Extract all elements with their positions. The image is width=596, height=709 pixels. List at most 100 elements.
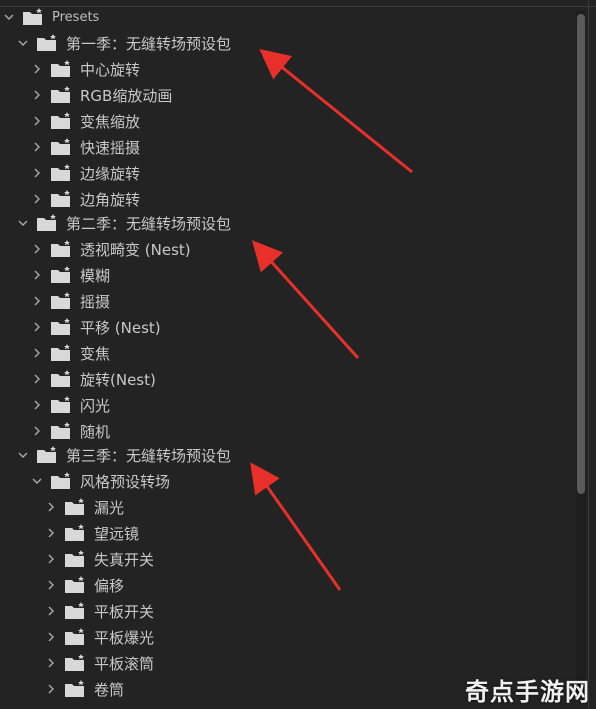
preset-bin-icon [50, 422, 72, 440]
watermark: 奇点手游网 [465, 678, 590, 706]
tree-row-preset[interactable]: 闪光 [0, 392, 570, 418]
tree-label: 摇摄 [80, 292, 111, 311]
chevron-right-icon[interactable] [44, 500, 58, 514]
preset-bin-icon [36, 214, 58, 232]
preset-bin-icon [50, 112, 72, 130]
tree-label: 旋转(Nest) [80, 370, 156, 389]
chevron-right-icon[interactable] [30, 88, 44, 102]
tree-label: 漏光 [94, 498, 125, 517]
preset-bin-icon [50, 344, 72, 362]
tree-row-preset[interactable]: 中心旋转 [0, 56, 570, 82]
chevron-right-icon[interactable] [44, 578, 58, 592]
tree-label: 卷筒 [94, 680, 125, 699]
chevron-right-icon[interactable] [30, 346, 44, 360]
preset-bin-icon [64, 680, 86, 698]
tree-row-preset[interactable]: 快速摇摄 [0, 134, 570, 160]
tree-row-preset[interactable]: RGB缩放动画 [0, 82, 570, 108]
tree-row-season2[interactable]: 第二季：无缝转场预设包 [0, 210, 570, 236]
scrollbar-thumb[interactable] [577, 14, 585, 494]
tree-row-preset[interactable]: 随机 [0, 418, 570, 444]
tree-row-preset[interactable]: 平移 (Nest) [0, 314, 570, 340]
tree-row-preset[interactable]: 变焦 [0, 340, 570, 366]
tree-label: 平板开关 [94, 602, 155, 621]
chevron-right-icon[interactable] [44, 630, 58, 644]
preset-bin-icon [64, 654, 86, 672]
chevron-right-icon[interactable] [44, 526, 58, 540]
chevron-down-icon[interactable] [16, 448, 30, 462]
tree-row-preset[interactable]: 平板开关 [0, 598, 570, 624]
tree-label: 第三季：无缝转场预设包 [66, 446, 232, 465]
tree-label: 风格预设转场 [80, 472, 171, 491]
tree-row-preset[interactable]: 边缘旋转 [0, 160, 570, 186]
tree-label: 偏移 [94, 576, 125, 595]
tree-row-preset[interactable]: 透视畸变 (Nest) [0, 236, 570, 262]
preset-bin-icon [50, 370, 72, 388]
chevron-right-icon[interactable] [30, 320, 44, 334]
chevron-right-icon[interactable] [30, 114, 44, 128]
vertical-scrollbar[interactable] [576, 10, 586, 700]
tree-row-presets[interactable]: Presets [0, 4, 570, 30]
chevron-down-icon[interactable] [2, 10, 16, 24]
chevron-right-icon[interactable] [30, 192, 44, 206]
preset-bin-icon [50, 86, 72, 104]
tree-row-preset[interactable]: 变焦缩放 [0, 108, 570, 134]
tree-row-season3[interactable]: 第三季：无缝转场预设包 [0, 442, 570, 468]
chevron-right-icon[interactable] [30, 372, 44, 386]
tree-label: 变焦 [80, 344, 111, 363]
preset-bin-icon [50, 240, 72, 258]
preset-bin-icon [64, 628, 86, 646]
chevron-down-icon[interactable] [30, 474, 44, 488]
tree-label: 平板滚筒 [94, 654, 155, 673]
chevron-right-icon[interactable] [30, 62, 44, 76]
tree-label: 闪光 [80, 396, 111, 415]
preset-bin-icon [50, 164, 72, 182]
chevron-down-icon[interactable] [16, 216, 30, 230]
tree-label: 透视畸变 (Nest) [80, 240, 191, 259]
chevron-right-icon[interactable] [44, 604, 58, 618]
tree-label: 第一季：无缝转场预设包 [66, 34, 232, 53]
tree-row-preset[interactable]: 望远镜 [0, 520, 570, 546]
tree-row-preset[interactable]: 平板爆光 [0, 624, 570, 650]
chevron-down-icon[interactable] [16, 36, 30, 50]
tree-label: 平板爆光 [94, 628, 155, 647]
preset-bin-icon [50, 190, 72, 208]
preset-bin-icon [64, 524, 86, 542]
tree-row-preset[interactable]: 旋转(Nest) [0, 366, 570, 392]
tree-row-preset[interactable]: 摇摄 [0, 288, 570, 314]
tree-label: 中心旋转 [80, 60, 141, 79]
tree-label: 模糊 [80, 266, 111, 285]
tree-label: 随机 [80, 422, 111, 441]
chevron-right-icon[interactable] [44, 552, 58, 566]
preset-bin-icon [50, 60, 72, 78]
chevron-right-icon[interactable] [30, 242, 44, 256]
preset-bin-icon [50, 292, 72, 310]
chevron-right-icon[interactable] [30, 294, 44, 308]
tree-label: 望远镜 [94, 524, 140, 543]
tree-label: Presets [52, 9, 100, 25]
chevron-right-icon[interactable] [30, 140, 44, 154]
preset-bin-icon [64, 576, 86, 594]
preset-bin-icon [64, 602, 86, 620]
tree-row-preset[interactable]: 失真开关 [0, 546, 570, 572]
tree-row-preset[interactable]: 边角旋转 [0, 186, 570, 212]
tree-label: 边角旋转 [80, 190, 141, 209]
chevron-right-icon[interactable] [30, 398, 44, 412]
chevron-right-icon[interactable] [30, 424, 44, 438]
tree-label: 快速摇摄 [80, 138, 141, 157]
tree-row-preset[interactable]: 模糊 [0, 262, 570, 288]
tree-label: 变焦缩放 [80, 112, 141, 131]
chevron-right-icon[interactable] [30, 166, 44, 180]
chevron-right-icon[interactable] [30, 268, 44, 282]
preset-bin-icon [22, 8, 44, 26]
chevron-right-icon[interactable] [44, 656, 58, 670]
tree-row-preset[interactable]: 漏光 [0, 494, 570, 520]
tree-label: 平移 (Nest) [80, 318, 161, 337]
preset-bin-icon [50, 266, 72, 284]
tree-row-style-presets[interactable]: 风格预设转场 [0, 468, 570, 494]
preset-bin-icon [50, 318, 72, 336]
chevron-right-icon[interactable] [44, 682, 58, 696]
preset-bin-icon [50, 472, 72, 490]
presets-panel: Presets 第一季：无缝转场预设包 中心旋转 RGB缩放动画变焦缩放快速摇摄边… [0, 0, 596, 709]
tree-row-season1[interactable]: 第一季：无缝转场预设包 [0, 30, 570, 56]
tree-row-preset[interactable]: 偏移 [0, 572, 570, 598]
